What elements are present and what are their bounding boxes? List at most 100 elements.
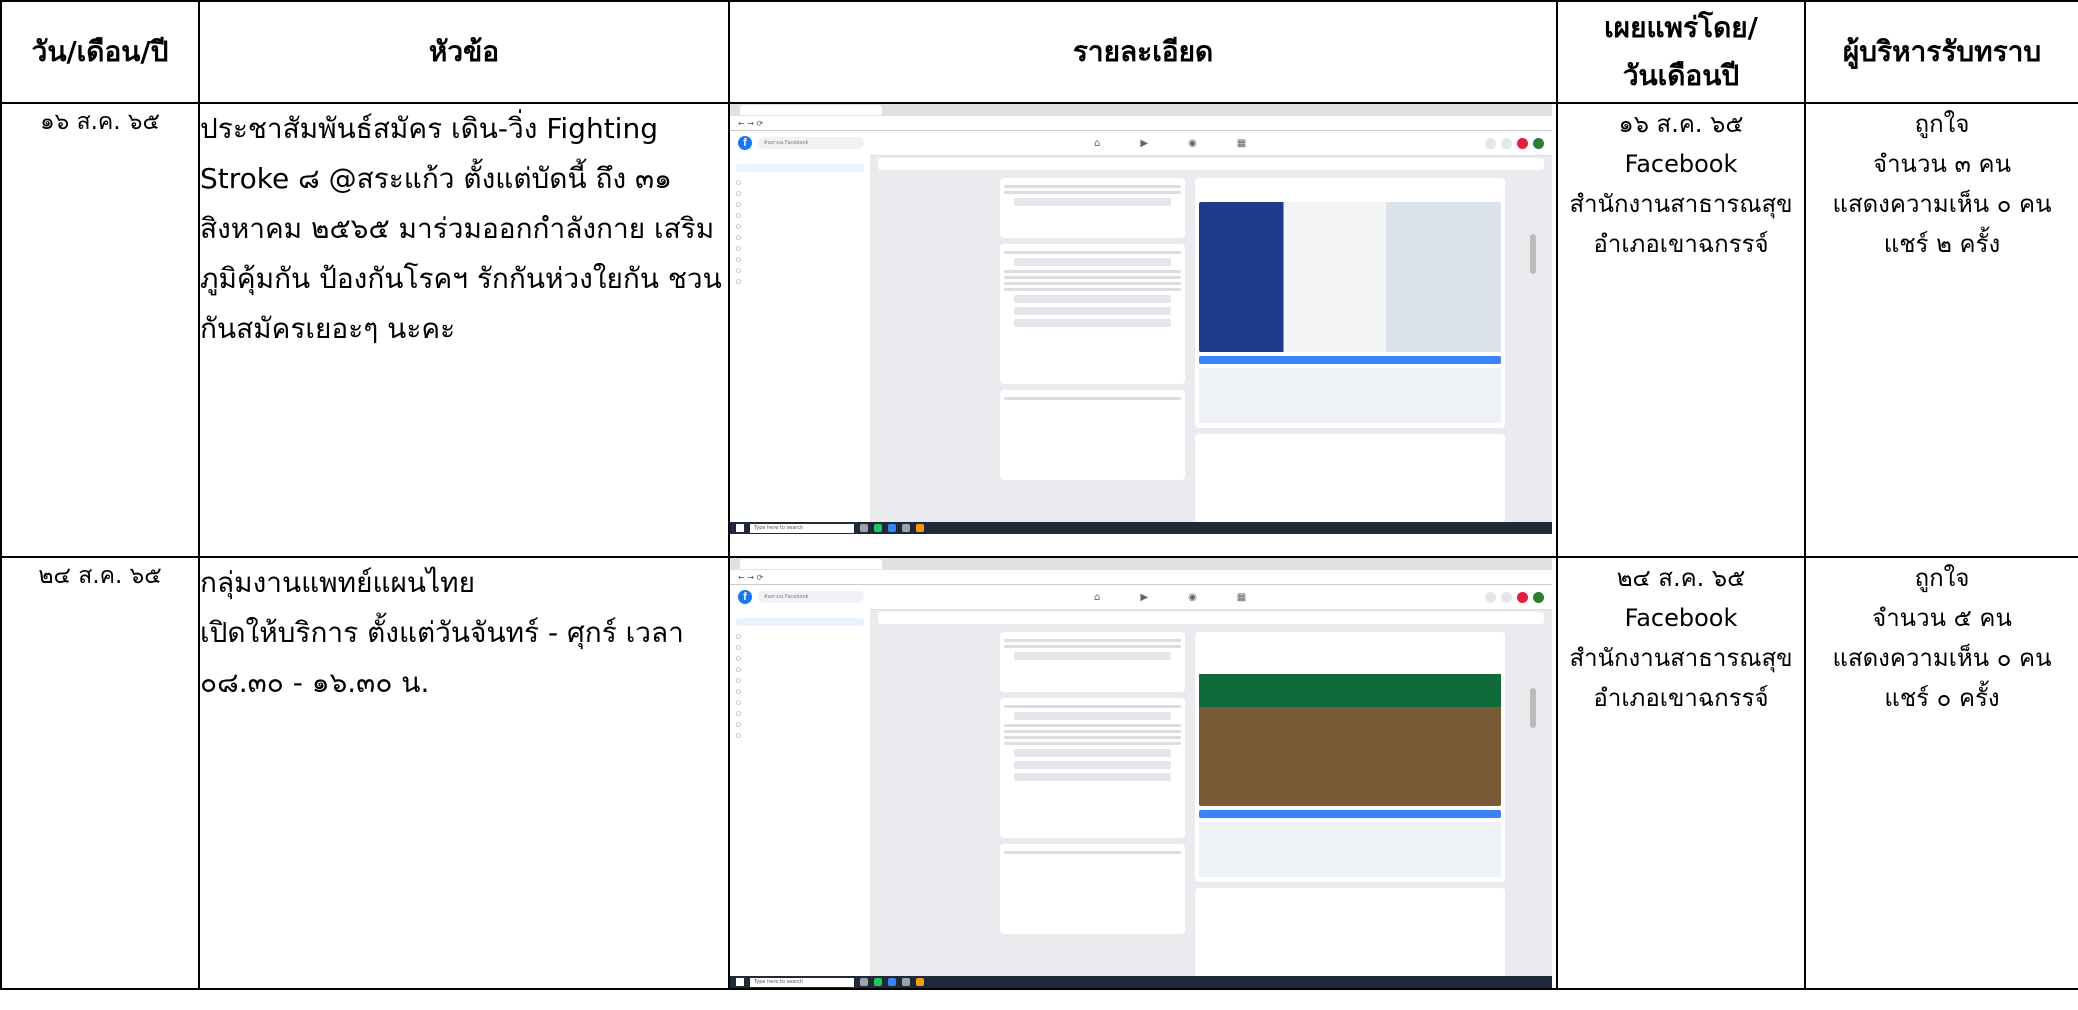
sidebar-item <box>736 277 864 288</box>
post-image <box>1199 202 1501 352</box>
publisher-name-line1: สำนักงานสาธารณสุข <box>1569 644 1793 672</box>
page-intro-column <box>1000 632 1185 940</box>
facebook-nav-icons: ⌂ ▶ ◉ ▦ <box>1094 138 1246 149</box>
windows-start-icon <box>736 978 744 986</box>
page-header-bar <box>878 158 1544 170</box>
taskbar-search: Type here to search <box>750 523 854 533</box>
notifications-icon <box>1517 591 1528 603</box>
photos-card <box>1000 390 1185 480</box>
windows-taskbar: Type here to search <box>730 522 1552 534</box>
browser-tab <box>740 559 882 569</box>
app-icon <box>902 524 910 532</box>
sidebar-item <box>736 731 864 742</box>
about-card <box>1000 698 1185 838</box>
post-image <box>1199 656 1501 806</box>
facebook-logo-icon: f <box>738 590 752 604</box>
sidebar-item <box>736 233 864 244</box>
feed-post-comments <box>1195 434 1505 524</box>
video-icon: ▶ <box>1140 137 1149 149</box>
publisher-name-line2: อำเภอเขาฉกรรจ์ <box>1593 684 1769 712</box>
sidebar-item <box>736 654 864 665</box>
row-topic-text: กลุ่มงานแพทย์แผนไทย <box>200 566 476 599</box>
header-row: วัน/เดือน/ปี หัวข้อ รายละเอียด เผยแพร่โด… <box>0 0 2078 104</box>
share-count: แชร์ ๒ ครั้ง <box>1883 230 2001 258</box>
profile-avatar-icon <box>1533 137 1544 149</box>
facebook-account-icons <box>1485 137 1544 149</box>
sidebar-item <box>736 178 864 189</box>
comment-count: แสดงความเห็น ๐ คน <box>1832 644 2052 672</box>
page-header-bar <box>878 612 1544 624</box>
app-icon <box>888 978 896 986</box>
browser-address-bar: ← → ⟳ <box>730 570 1552 585</box>
row-date: ๒๔ ส.ค. ๖๕ <box>0 556 200 990</box>
header-date: วัน/เดือน/ปี <box>0 0 200 104</box>
messenger-icon <box>1501 591 1512 603</box>
published-date: ๑๖ ส.ค. ๖๕ <box>1618 110 1744 138</box>
header-published-by-line1: เผยแพร่โดย/ <box>1604 11 1758 44</box>
intro-card <box>1000 632 1185 692</box>
facebook-search-input: ค้นหาบน Facebook <box>758 591 864 603</box>
sidebar-item <box>736 222 864 233</box>
menu-icon <box>1485 137 1496 149</box>
chrome-icon <box>916 524 924 532</box>
menu-icon <box>1485 591 1496 603</box>
facebook-top-bar: f ค้นหาบน Facebook ⌂ ▶ ◉ ▦ <box>730 131 1552 156</box>
row-topic-text-2: เปิดให้บริการ ตั้งแต่วันจันทร์ - ศุกร์ เ… <box>200 616 684 699</box>
facebook-top-bar: f ค้นหาบน Facebook ⌂ ▶ ◉ ▦ <box>730 585 1552 610</box>
app-icon <box>874 978 882 986</box>
facebook-page-body <box>730 154 1552 524</box>
row-topic: ประชาสัมพันธ์สมัคร เดิน-วิ่ง Fighting St… <box>198 102 730 558</box>
row-acknowledged: ถูกใจ จำนวน ๕ คน แสดงความเห็น ๐ คน แชร์ … <box>1804 556 2078 990</box>
row-acknowledged: ถูกใจ จำนวน ๓ คน แสดงความเห็น ๐ คน แชร์ … <box>1804 102 2078 558</box>
table-row: ๑๖ ส.ค. ๖๕ ประชาสัมพันธ์สมัคร เดิน-วิ่ง … <box>0 102 2078 558</box>
facebook-post-screenshot: ← → ⟳ f ค้นหาบน Facebook ⌂ ▶ ◉ ▦ ▢ ▢ ▢ ▢… <box>730 558 1552 988</box>
browser-address-bar: ← → ⟳ <box>730 116 1552 131</box>
profile-avatar-icon <box>1533 591 1544 603</box>
facebook-page-content <box>870 608 1552 978</box>
page-feed-column <box>1195 632 1505 978</box>
page-scrollbar <box>1530 688 1536 728</box>
sidebar-switch-button <box>736 164 864 172</box>
page-intro-column <box>1000 178 1185 486</box>
sidebar-item <box>736 665 864 676</box>
sidebar-item <box>736 266 864 277</box>
publisher-name-line1: สำนักงานสาธารณสุข <box>1569 190 1793 218</box>
groups-icon: ▦ <box>1236 137 1247 149</box>
facebook-page-content <box>870 154 1552 524</box>
page-scrollbar <box>1530 234 1536 274</box>
app-icon <box>888 524 896 532</box>
page-feed-column <box>1195 178 1505 524</box>
publisher-name-line2: อำเภอเขาฉกรรจ์ <box>1593 230 1769 258</box>
facebook-page-body <box>730 608 1552 978</box>
facebook-sidebar <box>730 154 870 522</box>
row-publisher: ๑๖ ส.ค. ๖๕ Facebook สำนักงานสาธารณสุข อำ… <box>1556 102 1806 558</box>
report-table: วัน/เดือน/ปี หัวข้อ รายละเอียด เผยแพร่โด… <box>0 0 2078 990</box>
home-icon: ⌂ <box>1094 137 1101 149</box>
feed-post <box>1195 178 1505 428</box>
sidebar-item <box>736 632 864 643</box>
groups-icon: ▦ <box>1236 591 1247 603</box>
task-view-icon <box>860 524 868 532</box>
like-count: จำนวน ๓ คน <box>1873 150 2011 178</box>
row-topic: กลุ่มงานแพทย์แผนไทย เปิดให้บริการ ตั้งแต… <box>198 556 730 990</box>
chrome-icon <box>916 978 924 986</box>
header-acknowledged: ผู้บริหารรับทราบ <box>1804 0 2078 104</box>
app-icon <box>902 978 910 986</box>
facebook-account-icons <box>1485 591 1544 603</box>
sidebar-item <box>736 244 864 255</box>
header-topic: หัวข้อ <box>198 0 730 104</box>
intro-card <box>1000 178 1185 238</box>
row-topic-text: ประชาสัมพันธ์สมัคร เดิน-วิ่ง Fighting St… <box>200 112 722 345</box>
sidebar-item <box>736 709 864 720</box>
browser-tab-bar <box>730 104 1552 116</box>
feed-post-comments <box>1195 888 1505 978</box>
home-icon: ⌂ <box>1094 591 1101 603</box>
sidebar-item <box>736 720 864 731</box>
task-view-icon <box>860 978 868 986</box>
browser-nav-icons: ← → ⟳ <box>738 572 764 582</box>
header-published-by: เผยแพร่โดย/ วันเดือนปี <box>1556 0 1806 104</box>
app-icon <box>874 524 882 532</box>
photos-card <box>1000 844 1185 934</box>
row-detail: ← → ⟳ f ค้นหาบน Facebook ⌂ ▶ ◉ ▦ ▢ ▢ ▢ ▢… <box>728 102 1558 558</box>
notifications-icon <box>1517 137 1528 149</box>
